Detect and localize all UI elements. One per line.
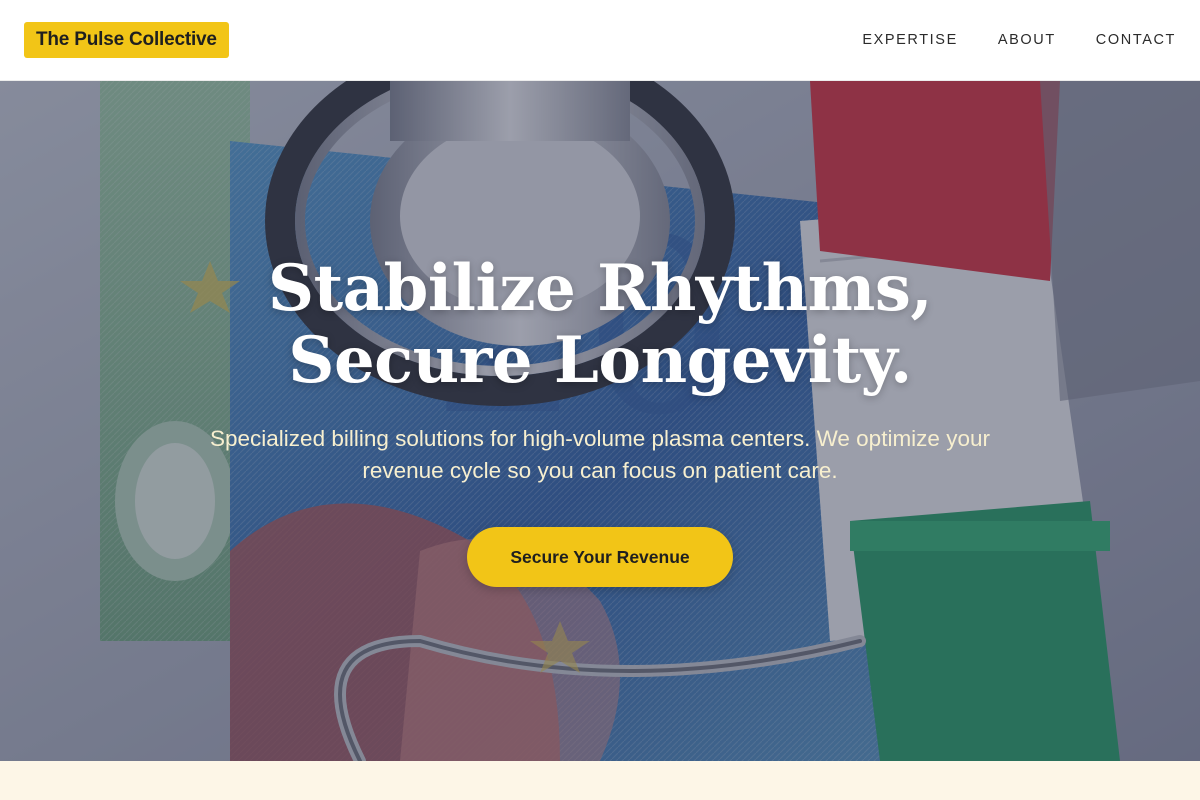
next-section [0, 761, 1200, 800]
hero-title-line-2: Secure Longevity. [288, 323, 912, 398]
nav-item-expertise[interactable]: EXPERTISE [862, 32, 958, 48]
nav-item-contact[interactable]: CONTACT [1096, 32, 1176, 48]
nav-item-about[interactable]: ABOUT [998, 32, 1056, 48]
hero-title: Stabilize Rhythms, Secure Longevity. [100, 253, 1100, 397]
hero-title-line-1: Stabilize Rhythms, [267, 251, 933, 326]
site-header: The Pulse Collective EXPERTISE ABOUT CON… [0, 0, 1200, 81]
secure-revenue-button[interactable]: Secure Your Revenue [467, 527, 733, 587]
brand-logo[interactable]: The Pulse Collective [24, 22, 229, 58]
hero-content: Stabilize Rhythms, Secure Longevity. Spe… [0, 81, 1200, 761]
hero-section: 20 Stabilize Rhythms, Secure Longevity. … [0, 81, 1200, 761]
hero-subtitle: Specialized billing solutions for high-v… [210, 426, 990, 483]
main-nav: EXPERTISE ABOUT CONTACT [862, 0, 1176, 80]
